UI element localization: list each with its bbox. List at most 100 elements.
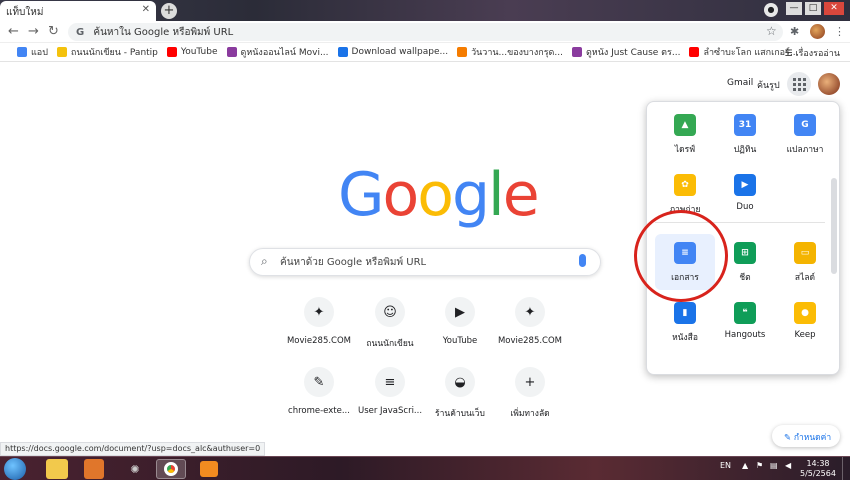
app-icon[interactable]: ✺ bbox=[120, 459, 150, 479]
profile-avatar-small[interactable] bbox=[810, 24, 825, 39]
bookmark-favicon-icon bbox=[166, 47, 177, 57]
system-clock[interactable]: 14:38 5/5/2564 bbox=[800, 459, 836, 479]
gmail-link[interactable]: Gmail bbox=[727, 78, 753, 88]
search-icon: ⌕ bbox=[261, 254, 268, 268]
tab-new-tab[interactable]: แท็บใหม่ ✕ bbox=[0, 1, 156, 21]
back-icon[interactable]: ← bbox=[8, 24, 19, 39]
close-window-button[interactable]: ✕ bbox=[824, 2, 844, 15]
extensions-icon[interactable]: ✱ bbox=[790, 25, 799, 38]
bookmark-item[interactable]: YouTube bbox=[166, 47, 218, 57]
bookmark-item[interactable]: วันวาน...ของบางกรุด... bbox=[457, 45, 563, 59]
shortcut-tile[interactable]: + เพิ่มทางลัด bbox=[485, 367, 575, 420]
shortcut-label: Movie285.COM bbox=[497, 336, 563, 346]
bookmark-label: วันวาน...ของบางกรุด... bbox=[471, 48, 563, 58]
bookmark-item[interactable]: Download wallpape... bbox=[337, 47, 449, 57]
app-label: Hangouts bbox=[724, 330, 766, 340]
tray-up-icon[interactable]: ▲ bbox=[742, 461, 748, 470]
tab-title: แท็บใหม่ bbox=[6, 7, 44, 18]
maximize-button[interactable]: □ bbox=[805, 2, 821, 15]
new-tab-button[interactable]: + bbox=[161, 3, 177, 19]
bookmark-item[interactable]: ดูหนังออนไลน์ Movi... bbox=[226, 45, 329, 59]
shortcut-icon: + bbox=[515, 367, 545, 397]
search-box[interactable]: ⌕ ค้นหาด้วย Google หรือพิมพ์ URL bbox=[249, 248, 601, 276]
app-icon: ✿ bbox=[674, 174, 696, 196]
app-label: ไดรฟ์ bbox=[674, 145, 696, 155]
images-link[interactable]: ค้นรูป bbox=[757, 78, 780, 92]
bookmarks-bar: แอป ถนนนักเขียน - Pantip YouTube ดูหนังออนไ… bbox=[0, 43, 850, 62]
forward-icon[interactable]: → bbox=[28, 24, 39, 39]
bookmark-favicon-icon bbox=[56, 47, 67, 57]
window-controls: — □ ✕ bbox=[786, 2, 844, 15]
bookmark-item[interactable]: ถนนนักเขียน - Pantip bbox=[56, 45, 158, 59]
bookmark-favicon-icon bbox=[17, 47, 27, 57]
app-label: Duo bbox=[736, 202, 754, 212]
app-label: หนังสือ bbox=[672, 333, 698, 343]
chrome-menu-icon[interactable]: ⋮ bbox=[834, 25, 845, 38]
powerpoint-icon[interactable] bbox=[200, 461, 218, 477]
address-bar-placeholder: ค้นหาใน Google หรือพิมพ์ URL bbox=[93, 27, 234, 38]
clock-time: 14:38 bbox=[806, 459, 830, 468]
customize-button[interactable]: ✎ กำหนดค่า bbox=[772, 425, 840, 447]
start-button[interactable] bbox=[4, 458, 26, 480]
account-avatar[interactable] bbox=[818, 73, 840, 95]
app-item[interactable]: ● Keep bbox=[775, 294, 835, 350]
app-icon: ▭ bbox=[794, 242, 816, 264]
flag-icon[interactable]: ⚑ bbox=[756, 461, 763, 470]
shortcut-tile[interactable]: ✦ Movie285.COM bbox=[485, 297, 575, 346]
app-label: แปลภาษา bbox=[786, 145, 824, 155]
bookmark-favicon-icon bbox=[457, 47, 468, 57]
apps-grid-icon bbox=[792, 77, 806, 91]
reading-list-label: เรื่องรออ่าน bbox=[795, 49, 840, 59]
shortcut-icon: ✦ bbox=[515, 297, 545, 327]
bookmark-label: Download wallpape... bbox=[351, 47, 449, 57]
app-icon: ▮ bbox=[674, 302, 696, 324]
shortcut-icon: ✎ bbox=[304, 367, 334, 397]
close-tab-icon[interactable]: ✕ bbox=[142, 4, 150, 15]
app-icon: G bbox=[794, 114, 816, 136]
minimize-button[interactable]: — bbox=[786, 2, 802, 15]
pencil-icon: ✎ bbox=[784, 433, 792, 443]
star-icon[interactable]: ☆ bbox=[766, 24, 777, 38]
chrome-taskbar-icon[interactable] bbox=[156, 459, 186, 479]
status-url-bar: https://docs.google.com/document/?usp=do… bbox=[0, 442, 266, 456]
search-placeholder: ค้นหาด้วย Google หรือพิมพ์ URL bbox=[280, 257, 427, 268]
reload-icon[interactable]: ↻ bbox=[48, 24, 59, 39]
logo-letter: G bbox=[338, 160, 384, 230]
shortcut-icon: ▶ bbox=[445, 297, 475, 327]
bookmark-label: ดูหนังออนไลน์ Movi... bbox=[240, 48, 329, 58]
app-item[interactable]: ▮ หนังสือ bbox=[655, 294, 715, 350]
google-g-icon: G bbox=[76, 27, 85, 38]
address-bar[interactable]: G ค้นหาใน Google หรือพิมพ์ URL bbox=[68, 23, 783, 41]
show-desktop-button[interactable] bbox=[842, 457, 850, 481]
reading-list[interactable]: ☰ เรื่องรออ่าน bbox=[785, 46, 841, 60]
media-player-icon[interactable] bbox=[84, 459, 104, 479]
bookmark-item[interactable]: แอป bbox=[17, 45, 48, 59]
apps-scrollbar[interactable] bbox=[831, 178, 837, 274]
bookmark-favicon-icon bbox=[689, 47, 700, 57]
record-icon[interactable]: ● bbox=[764, 3, 778, 17]
shortcut-label: เพิ่มทางลัด bbox=[510, 409, 550, 419]
logo-letter: o bbox=[382, 160, 420, 230]
bookmark-favicon-icon bbox=[226, 47, 237, 57]
reading-list-icon: ☰ bbox=[784, 49, 796, 59]
app-icon: ▶ bbox=[734, 174, 756, 196]
app-item[interactable]: ❝ Hangouts bbox=[715, 294, 775, 350]
app-item[interactable]: ▶ Duo bbox=[715, 166, 775, 222]
file-explorer-icon[interactable] bbox=[46, 459, 68, 479]
app-item[interactable]: 31 ปฏิทิน bbox=[715, 106, 775, 162]
bookmark-item[interactable]: ดูหนัง Just Cause ตร... bbox=[571, 45, 681, 59]
bookmark-label: ดูหนัง Just Cause ตร... bbox=[585, 48, 681, 58]
app-item[interactable]: G แปลภาษา bbox=[775, 106, 835, 162]
app-item[interactable]: ▲ ไดรฟ์ bbox=[655, 106, 715, 162]
bookmark-item[interactable]: ลำซำบะโลก แสกเกอร์... bbox=[689, 45, 798, 59]
google-apps-button[interactable] bbox=[787, 72, 811, 96]
app-icon: ❝ bbox=[734, 302, 756, 324]
volume-icon[interactable]: ◀ bbox=[785, 461, 791, 470]
logo-letter: o bbox=[417, 160, 454, 230]
app-icon: 31 bbox=[734, 114, 756, 136]
app-label: สไลด์ bbox=[794, 273, 816, 283]
app-item[interactable]: ▭ สไลด์ bbox=[775, 234, 835, 290]
microphone-icon[interactable] bbox=[579, 254, 586, 267]
network-icon[interactable]: ▤ bbox=[770, 461, 778, 470]
language-indicator[interactable]: EN bbox=[720, 461, 731, 470]
